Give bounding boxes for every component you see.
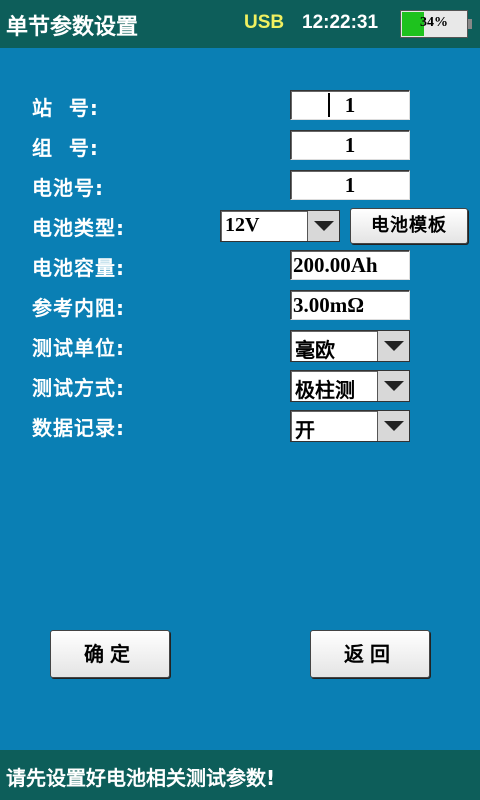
text-caret	[328, 93, 330, 117]
method-value: 极柱测	[295, 380, 355, 402]
station-input[interactable]: 1	[290, 90, 410, 120]
battery-type-select[interactable]: 12V	[220, 210, 340, 242]
chevron-down-icon[interactable]	[307, 211, 339, 241]
group-label: 组 号:	[32, 136, 99, 160]
battery-cap	[468, 19, 472, 29]
title-bar: 单节参数设置 USB 12:22:31 34%	[0, 0, 480, 48]
confirm-button[interactable]: 确定	[50, 630, 170, 678]
battery-percent: 34%	[420, 15, 448, 30]
resistance-input[interactable]: 3.00mΩ	[290, 290, 410, 320]
battery-type-label: 电池类型:	[32, 216, 125, 240]
battery-type-value: 12V	[225, 214, 260, 236]
capacity-input[interactable]: 200.00Ah	[290, 250, 410, 280]
record-select[interactable]: 开	[290, 410, 410, 442]
cell-number-label: 电池号:	[32, 176, 104, 200]
resistance-label: 参考内阻:	[32, 296, 125, 320]
chevron-down-icon[interactable]	[377, 331, 409, 361]
group-input[interactable]: 1	[290, 130, 410, 160]
method-label: 测试方式:	[32, 376, 125, 400]
status-bar: 请先设置好电池相关测试参数!	[0, 750, 480, 800]
station-label: 站 号:	[32, 96, 99, 120]
status-message: 请先设置好电池相关测试参数!	[6, 766, 276, 790]
chevron-down-icon[interactable]	[377, 371, 409, 401]
unit-label: 测试单位:	[32, 336, 125, 360]
battery-indicator: 34%	[400, 10, 472, 38]
chevron-down-icon[interactable]	[377, 411, 409, 441]
cell-number-input[interactable]: 1	[290, 170, 410, 200]
clock: 12:22:31	[302, 12, 379, 33]
back-button[interactable]: 返回	[310, 630, 430, 678]
battery-template-button[interactable]: 电池模板	[350, 208, 468, 244]
unit-value: 毫欧	[295, 340, 335, 362]
capacity-label: 电池容量:	[32, 256, 125, 280]
record-value: 开	[295, 420, 315, 442]
page-title: 单节参数设置	[6, 15, 139, 40]
unit-select[interactable]: 毫欧	[290, 330, 410, 362]
method-select[interactable]: 极柱测	[290, 370, 410, 402]
usb-indicator: USB	[244, 12, 285, 33]
record-label: 数据记录:	[32, 416, 125, 440]
